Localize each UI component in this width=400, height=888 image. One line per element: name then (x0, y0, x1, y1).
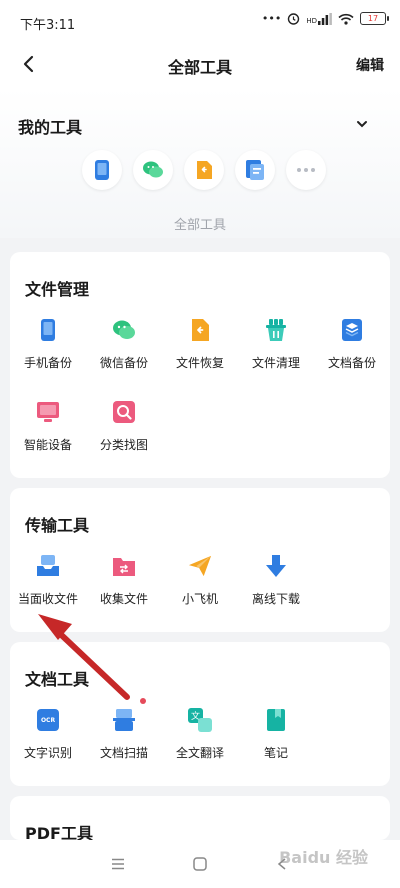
my-tools-row (82, 150, 326, 190)
folder-icon (112, 554, 136, 578)
section-document-tools: 文档工具 OCR 文字识别 文档扫描 文 全文翻译 笔记 (10, 642, 390, 786)
tool-label: 文档备份 (327, 356, 376, 370)
collapse-button[interactable] (352, 114, 372, 134)
battery-icon: 17 (360, 12, 389, 25)
paper-plane-icon (188, 554, 212, 578)
signal-icon (318, 12, 332, 25)
notification-dot (140, 698, 146, 704)
tool-doc-scan[interactable]: 文档扫描 (86, 698, 162, 790)
tool-label: 收集文件 (99, 592, 148, 606)
tool-file-restore[interactable]: 文件恢复 (162, 318, 238, 400)
home-button[interactable] (190, 854, 210, 874)
tool-label: 手机备份 (23, 356, 72, 370)
menu-button[interactable] (108, 854, 128, 874)
tool-label: 微信备份 (99, 356, 148, 370)
file-restore-icon (197, 161, 212, 179)
tool-file-cleanup[interactable]: 文件清理 (238, 318, 314, 400)
wifi-icon (338, 13, 354, 25)
tool-label: 文件清理 (251, 356, 300, 370)
wechat-icon (112, 318, 136, 342)
scanner-icon (112, 698, 146, 732)
battery-level: 17 (367, 14, 379, 23)
tool-ocr[interactable]: OCR 文字识别 (10, 708, 86, 790)
more-icon (297, 168, 315, 172)
section-file-management: 文件管理 手机备份 微信备份 文件恢复 文件清理 文档备份 智能设备 分类找图 (10, 252, 390, 478)
section-title: 传输工具 (25, 516, 90, 535)
home-square-icon (193, 857, 207, 871)
tool-label: 文字识别 (23, 746, 72, 760)
tool-label: 文档扫描 (99, 746, 148, 760)
tool-grid: OCR 文字识别 文档扫描 文 全文翻译 笔记 (10, 698, 390, 790)
inbox-icon (36, 554, 60, 578)
tool-wechat-backup[interactable]: 微信备份 (86, 318, 162, 400)
tool-label: 当面收文件 (17, 592, 78, 606)
phone-icon (95, 160, 109, 180)
image-search-icon (112, 400, 136, 424)
download-icon (264, 554, 288, 578)
tool-label: 笔记 (263, 746, 288, 760)
file-restore-icon (188, 318, 212, 342)
tool-find-image[interactable]: 分类找图 (86, 400, 162, 482)
my-tools-section: 我的工具 全部工具 (0, 88, 400, 238)
quick-tool-phone-backup[interactable] (82, 150, 122, 190)
more-tools-button[interactable] (286, 150, 326, 190)
phone-icon (36, 318, 60, 342)
tool-receive-face-to-face[interactable]: 当面收文件 (10, 554, 86, 636)
monitor-icon (36, 400, 60, 424)
translate-icon: 文 (188, 708, 212, 732)
basket-icon (264, 318, 288, 342)
tool-label: 离线下载 (251, 592, 300, 606)
tool-notes[interactable]: 笔记 (238, 708, 314, 790)
tool-translate[interactable]: 文 全文翻译 (162, 708, 238, 790)
notebook-icon (264, 708, 288, 732)
section-title: 文档工具 (25, 670, 90, 689)
header: 全部工具 编辑 (0, 40, 400, 88)
ocr-icon-text: OCR (37, 709, 59, 731)
tool-label: 小飞机 (181, 592, 218, 606)
alarm-icon (288, 13, 300, 25)
status-icons: ••• HD 17 (261, 12, 389, 25)
tool-label: 文件恢复 (175, 356, 224, 370)
document-backup-icon (340, 318, 364, 342)
all-tools-link[interactable]: 全部工具 (0, 214, 400, 233)
wechat-icon (143, 161, 163, 178)
section-transfer-tools: 传输工具 当面收文件 收集文件 小飞机 离线下载 (10, 488, 390, 632)
status-time: 下午3:11 (20, 18, 76, 33)
hd-label: HD (306, 16, 317, 25)
ocr-icon: OCR (36, 708, 60, 732)
tool-label: 分类找图 (99, 438, 148, 452)
page-title: 全部工具 (167, 58, 232, 77)
tool-collect-files[interactable]: 收集文件 (86, 554, 162, 636)
chevron-down-icon (357, 121, 367, 128)
tool-paper-plane[interactable]: 小飞机 (162, 554, 238, 636)
watermark: Baidu 经验 (279, 848, 368, 867)
quick-tool-file-restore[interactable] (184, 150, 224, 190)
tool-doc-backup[interactable]: 文档备份 (314, 318, 390, 400)
menu-icon (112, 858, 124, 870)
document-backup-icon (246, 160, 264, 180)
tool-offline-download[interactable]: 离线下载 (238, 554, 314, 636)
section-title: 文件管理 (25, 280, 90, 299)
my-tools-title: 我的工具 (18, 118, 83, 137)
section-title: PDF工具 (25, 824, 93, 840)
tool-grid: 手机备份 微信备份 文件恢复 文件清理 文档备份 智能设备 分类找图 (10, 318, 390, 482)
tool-smart-device[interactable]: 智能设备 (10, 400, 86, 482)
tool-phone-backup[interactable]: 手机备份 (10, 318, 86, 400)
tool-label: 全文翻译 (175, 746, 224, 760)
quick-tool-wechat-backup[interactable] (133, 150, 173, 190)
status-bar: 下午3:11 ••• HD 17 (0, 0, 400, 40)
quick-tool-doc-backup[interactable] (235, 150, 275, 190)
more-dots-icon: ••• (261, 12, 282, 25)
tool-grid: 当面收文件 收集文件 小飞机 离线下载 (10, 554, 390, 636)
edit-button[interactable]: 编辑 (356, 55, 384, 75)
tool-label: 智能设备 (23, 438, 72, 452)
section-pdf-tools: PDF工具 (10, 796, 390, 840)
